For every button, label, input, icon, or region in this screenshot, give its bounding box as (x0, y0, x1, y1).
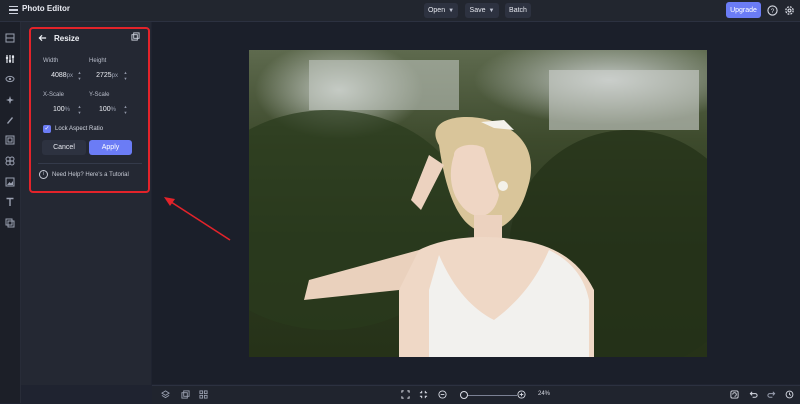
layers-icon[interactable] (4, 217, 16, 229)
duplicate-icon[interactable] (180, 389, 191, 400)
batch-label: Batch (509, 7, 527, 14)
open-menu-button[interactable]: Open ▼ (424, 3, 458, 18)
zoom-slider-handle[interactable] (459, 391, 468, 399)
hamburger-menu-icon[interactable] (9, 6, 18, 15)
zoom-out-icon[interactable] (437, 389, 448, 400)
settings-icon[interactable] (782, 3, 796, 17)
frame-icon[interactable] (4, 134, 16, 146)
zoom-in-icon[interactable] (516, 389, 527, 400)
brush-icon[interactable] (4, 114, 16, 126)
actual-size-icon[interactable] (418, 389, 429, 400)
annotation-arrow (164, 197, 231, 241)
chevron-down-icon: ▼ (488, 7, 495, 14)
reset-icon[interactable] (729, 389, 740, 400)
zoom-slider[interactable] (462, 395, 517, 396)
eye-icon[interactable] (4, 73, 16, 85)
top-bar (0, 0, 800, 22)
zoom-level: 24% (538, 391, 551, 397)
chevron-down-icon: ▼ (448, 7, 455, 14)
open-menu-label: Open (427, 7, 446, 14)
grid-icon[interactable] (198, 389, 209, 400)
highlight-box (29, 27, 150, 193)
layers-stack-icon[interactable] (160, 389, 171, 400)
svg-text:?: ? (770, 7, 774, 14)
help-icon[interactable]: ? (765, 3, 779, 17)
upgrade-button[interactable]: Upgrade (726, 2, 761, 18)
adjust-icon[interactable] (4, 53, 16, 65)
save-menu-button[interactable]: Save ▼ (465, 3, 499, 18)
undo-icon[interactable] (748, 389, 759, 400)
crop-icon[interactable] (4, 32, 16, 44)
history-icon[interactable] (784, 389, 795, 400)
save-menu-label: Save (469, 7, 486, 14)
text-icon[interactable] (4, 196, 16, 208)
photo-canvas[interactable] (249, 50, 707, 357)
overlay-icon[interactable] (4, 155, 16, 167)
app-title: Photo Editor (22, 4, 70, 13)
redo-icon[interactable] (766, 389, 777, 400)
fit-screen-icon[interactable] (400, 389, 411, 400)
batch-button[interactable]: Batch (505, 3, 531, 18)
effects-icon[interactable] (4, 94, 16, 106)
image-icon[interactable] (4, 176, 16, 188)
